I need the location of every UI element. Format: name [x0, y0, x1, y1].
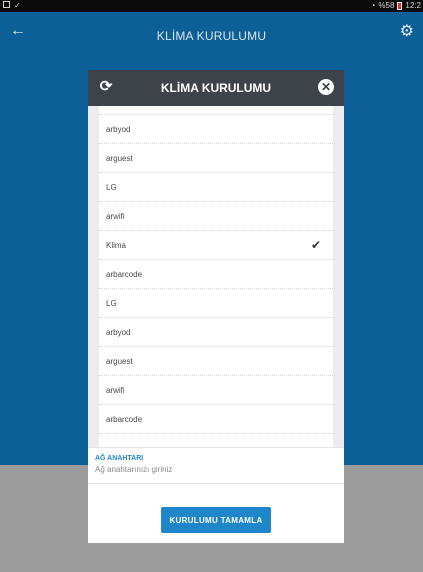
network-list[interactable]: LG arbyod arguest LG arwifi Klima ✔ arbarcode LG…	[99, 106, 333, 506]
network-list-item[interactable]: arbarcode	[99, 260, 333, 289]
network-key-section: AĞ ANAHTARI	[88, 447, 344, 483]
download-icon: ✓	[14, 1, 21, 10]
complete-setup-button[interactable]: KURULUMU TAMAMLA	[161, 507, 271, 533]
network-key-label: AĞ ANAHTARI	[95, 455, 144, 462]
network-name: LG	[106, 183, 117, 192]
network-name: arbyod	[106, 125, 131, 134]
network-name: arwifi	[106, 212, 125, 221]
setup-dialog: ⟳ KLİMA KURULUMU ✕ LG arbyod arguest LG arwi…	[88, 70, 344, 543]
network-name: arbarcode	[106, 270, 143, 279]
dialog-title: KLİMA KURULUMU	[160, 81, 272, 95]
network-list-item[interactable]: arwifi	[99, 376, 333, 405]
battery-icon	[397, 1, 403, 10]
network-list-item[interactable]: LG	[99, 173, 333, 202]
network-name: arguest	[106, 357, 133, 366]
clock: 12:2	[405, 1, 421, 10]
network-name: arbyod	[106, 328, 131, 337]
network-key-input[interactable]	[95, 465, 331, 474]
app-title: KLİMA KURULUMU	[156, 29, 267, 43]
dialog-footer: KURULUMU TAMAMLA	[88, 483, 344, 543]
network-list-item[interactable]: arguest	[99, 347, 333, 376]
status-bar: ✓ ◔ %58 12:2	[0, 0, 423, 12]
network-list-item[interactable]: arbarcode	[99, 405, 333, 434]
network-name: arwifi	[106, 386, 125, 395]
dialog-header: ⟳ KLİMA KURULUMU ✕	[88, 70, 344, 106]
check-icon: ✔	[310, 238, 321, 252]
network-list-item[interactable]: arbyod	[99, 318, 333, 347]
network-list-item[interactable]: LG	[99, 106, 333, 115]
battery-percent: %58	[378, 1, 395, 10]
close-icon[interactable]: ✕	[318, 79, 334, 95]
gallery-icon	[3, 1, 10, 8]
network-name: LG	[106, 299, 117, 308]
wifi-icon: ◔	[370, 1, 376, 10]
network-list-item[interactable]: arwifi	[99, 202, 333, 231]
network-name: arbarcode	[106, 415, 143, 424]
network-name: Klima	[106, 241, 127, 250]
gear-icon[interactable]: ⚙	[400, 21, 414, 41]
network-list-item[interactable]: arguest	[99, 144, 333, 173]
network-name: arguest	[106, 154, 133, 163]
network-list-item[interactable]: arbyod	[99, 115, 333, 144]
network-list-item[interactable]: Klima ✔	[99, 231, 333, 260]
network-list-item[interactable]: LG	[99, 289, 333, 318]
